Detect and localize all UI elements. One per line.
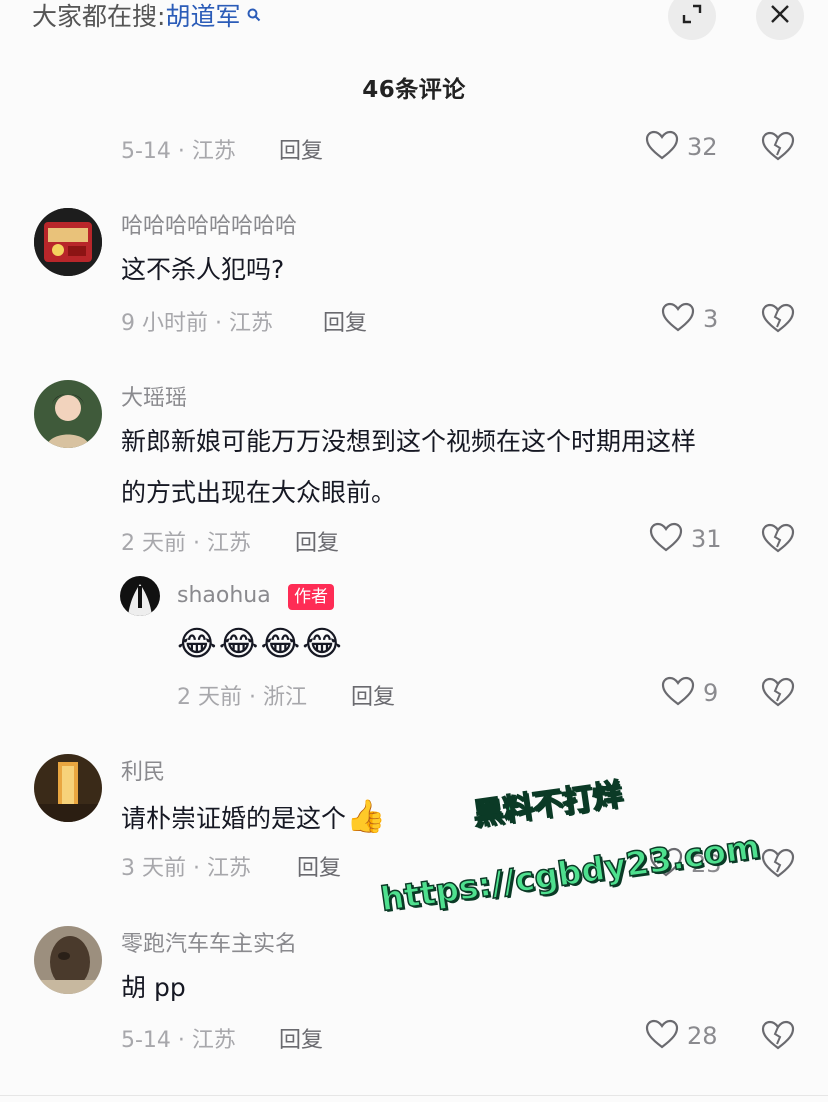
avatar[interactable] [34, 208, 102, 276]
comment-meta: 2 天前 · 浙江 [177, 685, 307, 710]
broken-heart-icon [761, 1020, 795, 1055]
avatar[interactable] [34, 926, 102, 994]
search-suggestion-term[interactable]: 胡道军 [165, 2, 240, 31]
watermark-title: 黑料不打烊 [470, 776, 625, 833]
like-button[interactable]: 31 [649, 519, 722, 559]
reply-button[interactable]: 回复 [351, 679, 395, 711]
comment-text: 这不杀人犯吗? [121, 255, 285, 284]
comment-meta: 5-14 · 江苏 [121, 1028, 236, 1053]
reply-button[interactable]: 回复 [295, 525, 339, 557]
heart-outline-icon [645, 130, 679, 164]
broken-heart-icon [761, 303, 795, 338]
reply-button[interactable]: 回复 [323, 305, 367, 337]
reply-button[interactable]: 回复 [279, 133, 323, 165]
avatar[interactable] [120, 576, 160, 616]
comment-text: 请朴崇证婚的是这个 [121, 804, 347, 833]
comment-text-row: 请朴崇证婚的是这个👍 [121, 789, 386, 846]
watermark-url: https://cgbdy23.com [377, 826, 763, 919]
search-icon [242, 8, 261, 26]
comment-text: 胡 pp [121, 973, 186, 1002]
search-suggestion[interactable]: 大家都在搜:胡道军 [32, 0, 261, 34]
like-button[interactable]: 28 [645, 1016, 718, 1056]
heart-outline-icon [649, 522, 683, 556]
like-count: 32 [687, 133, 718, 161]
broken-heart-icon [761, 131, 795, 166]
like-button[interactable]: 32 [645, 127, 718, 167]
comment-meta: 9 小时前 · 江苏 [121, 311, 273, 336]
broken-heart-icon [761, 523, 795, 558]
like-button[interactable]: 3 [661, 299, 718, 339]
like-button[interactable]: 9 [661, 673, 718, 713]
dislike-button[interactable] [761, 676, 795, 710]
avatar[interactable] [34, 754, 102, 822]
close-icon [769, 3, 791, 29]
username[interactable]: 零跑汽车车主实名 [121, 926, 297, 958]
reply-button[interactable]: 回复 [297, 850, 341, 882]
comment-emoji: 😂😂😂😂 [177, 624, 344, 664]
broken-heart-icon [761, 677, 795, 712]
like-count: 3 [703, 305, 719, 333]
author-badge: 作者 [288, 584, 334, 610]
like-count: 31 [691, 525, 722, 553]
comment-meta: 2 天前 · 江苏 [121, 531, 251, 556]
dislike-button[interactable] [761, 847, 795, 881]
comment-meta: 3 天前 · 江苏 [121, 856, 251, 881]
username[interactable]: shaohua [177, 583, 271, 608]
reply-button[interactable]: 回复 [279, 1022, 323, 1054]
username[interactable]: 大瑶瑶 [121, 380, 187, 412]
comment-meta: 5-14 · 江苏 [121, 139, 236, 164]
comment-text-line: 新郎新娘可能万万没想到这个视频在这个时期用这样 [121, 427, 697, 456]
like-count: 28 [687, 1022, 718, 1050]
expand-icon [681, 3, 703, 29]
comment-text-line: 的方式出现在大众眼前。 [121, 478, 397, 507]
close-button[interactable] [756, 0, 804, 40]
dislike-button[interactable] [761, 130, 795, 164]
broken-heart-icon [761, 848, 795, 883]
heart-outline-icon [661, 676, 695, 710]
comment-count-title: 46条评论 [362, 77, 466, 103]
dislike-button[interactable] [761, 302, 795, 336]
like-count: 9 [703, 679, 719, 707]
comment-emoji: 👍 [346, 797, 386, 835]
username[interactable]: 哈哈哈哈哈哈哈哈 [121, 208, 297, 240]
divider [0, 1095, 828, 1096]
dislike-button[interactable] [761, 522, 795, 556]
heart-outline-icon [645, 1019, 679, 1053]
heart-outline-icon [661, 302, 695, 336]
expand-button[interactable] [668, 0, 716, 40]
dislike-button[interactable] [761, 1019, 795, 1053]
username[interactable]: 利民 [121, 754, 165, 786]
search-suggestion-prefix: 大家都在搜: [32, 2, 166, 31]
avatar[interactable] [34, 380, 102, 448]
